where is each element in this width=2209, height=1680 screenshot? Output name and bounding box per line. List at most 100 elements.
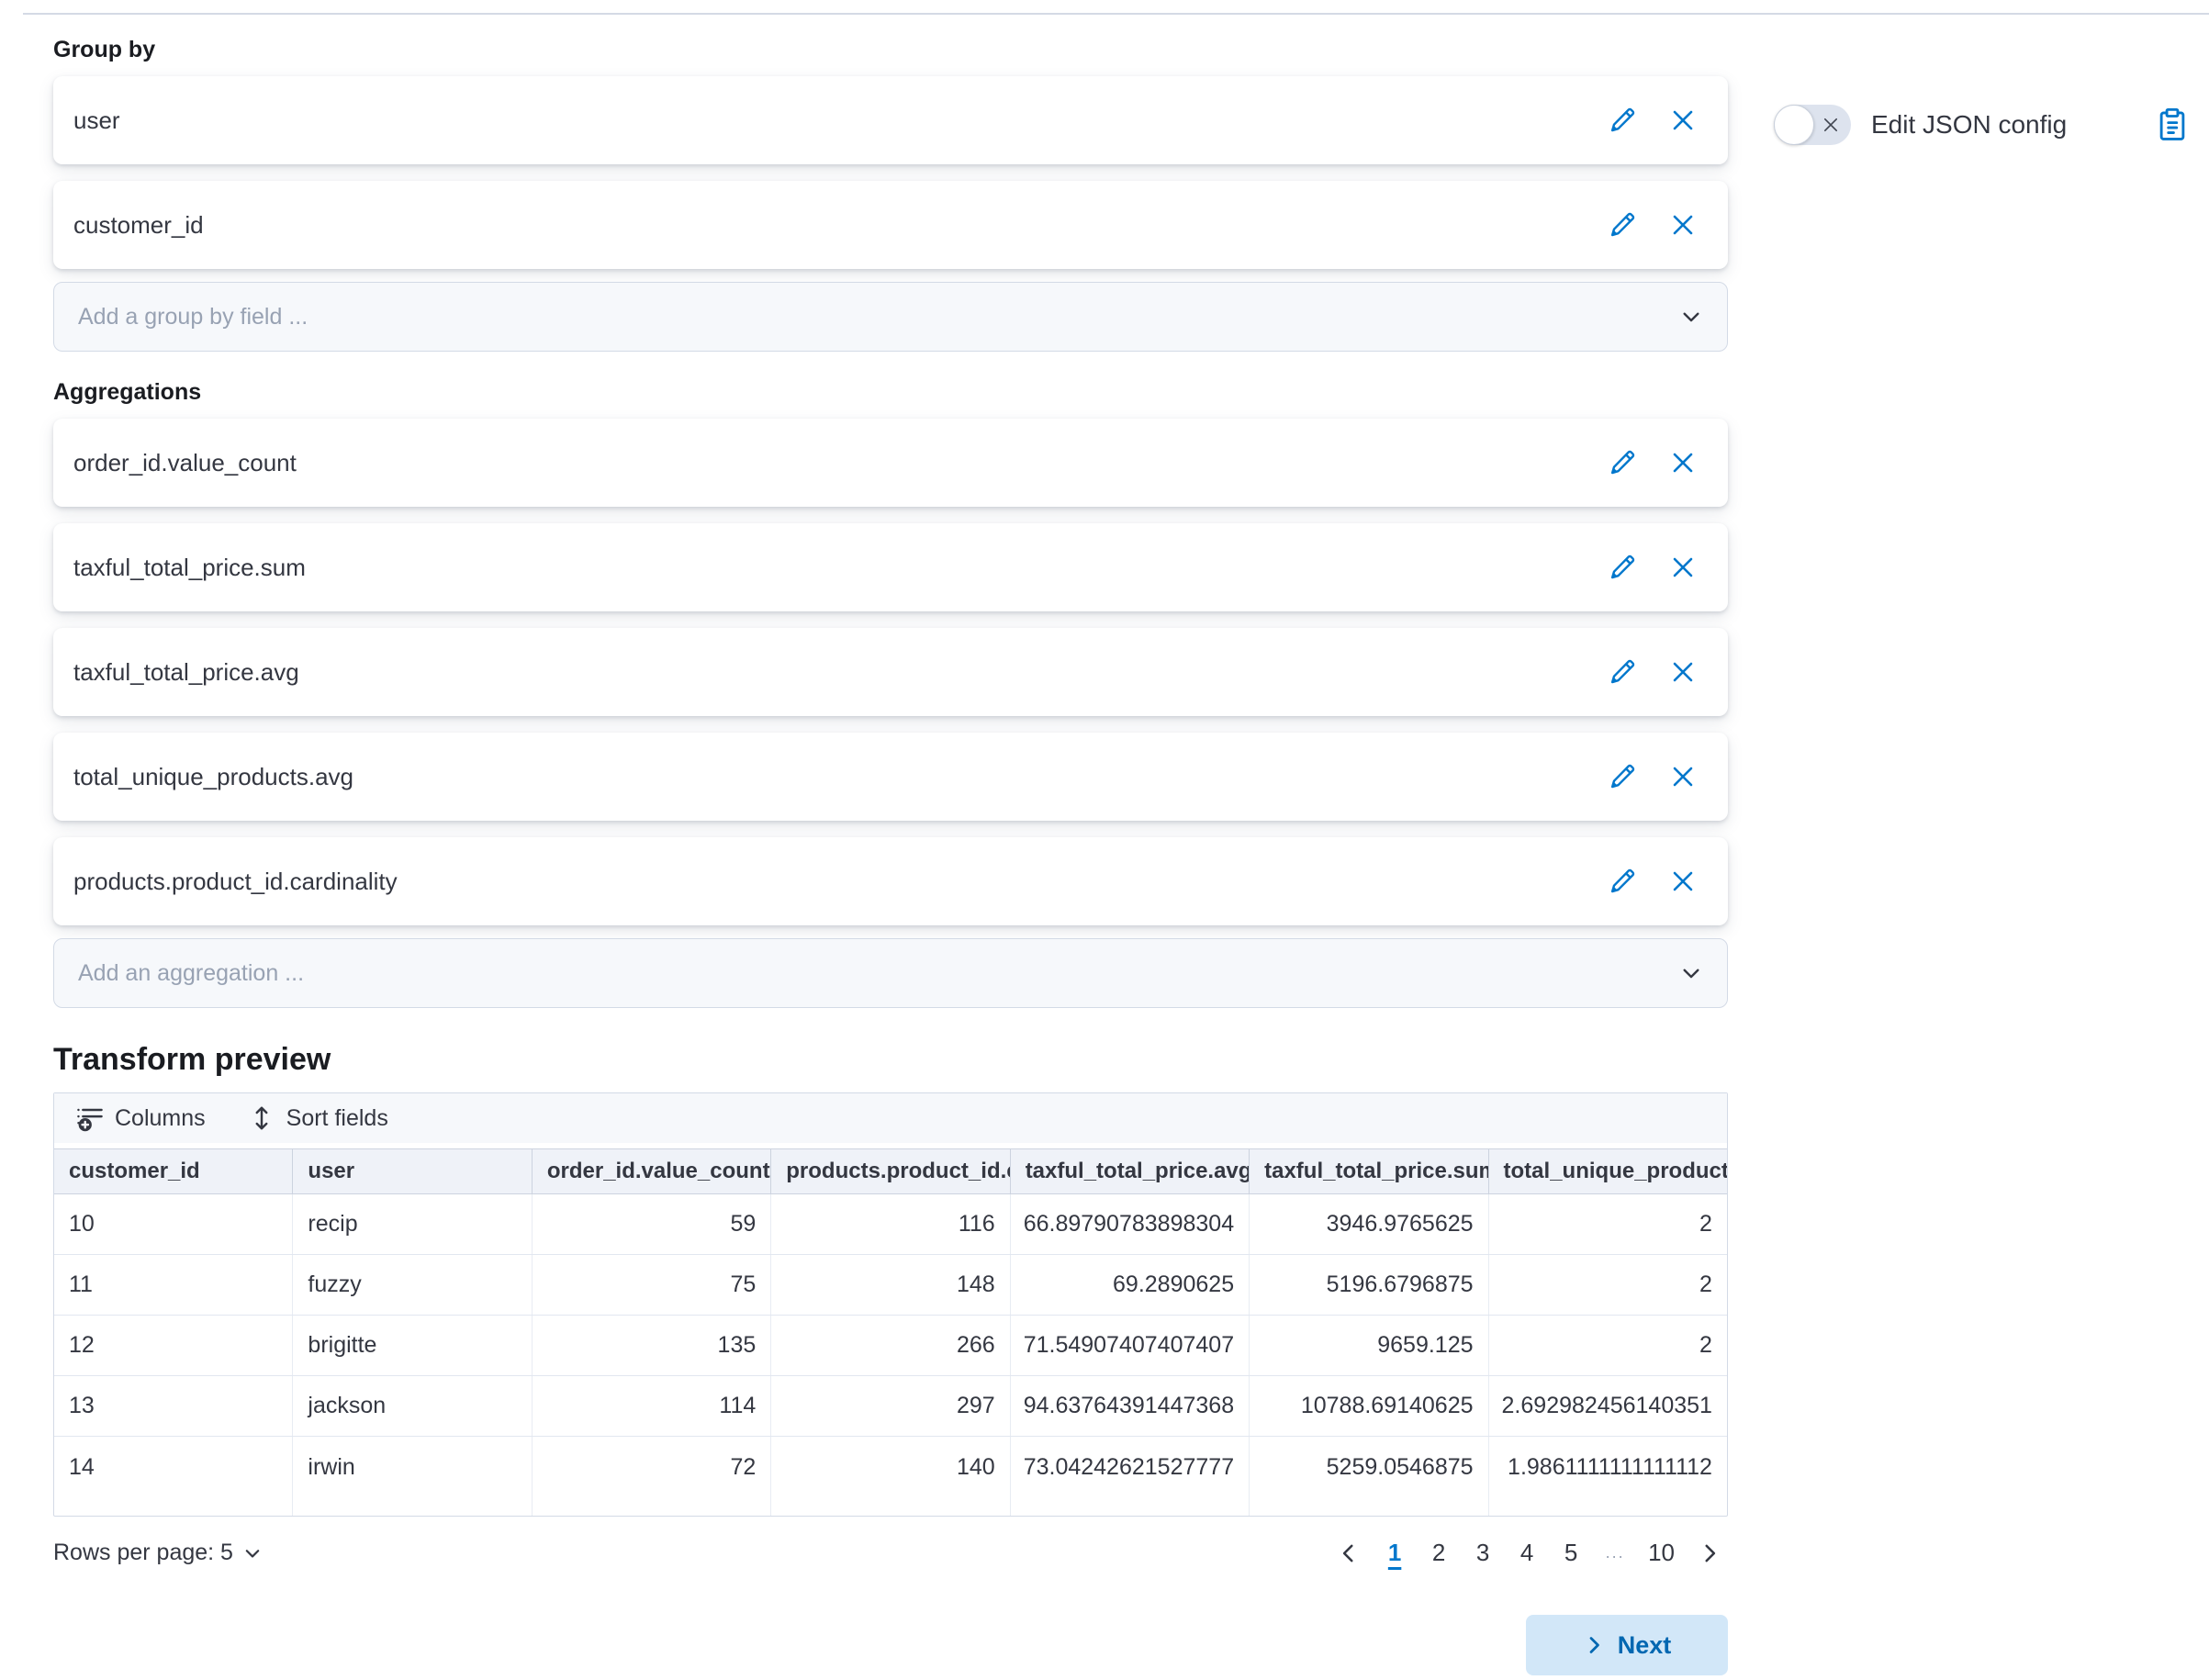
cell-customer-id: 14 xyxy=(54,1437,293,1497)
field-label: customer_id xyxy=(73,211,1609,240)
table-row: 10 recip 59 116 66.89790783898304 3946.9… xyxy=(54,1194,1727,1255)
column-header[interactable]: total_unique_products.a... xyxy=(1489,1149,1727,1193)
cell-price-sum: 3946.9765625 xyxy=(1250,1194,1488,1254)
cell-customer-id: 13 xyxy=(54,1376,293,1436)
field-card: taxful_total_price.sum xyxy=(53,523,1728,611)
cell-product-cardinality: 297 xyxy=(771,1376,1010,1436)
columns-icon xyxy=(76,1104,104,1132)
group-by-list: user customer_id xyxy=(53,76,1728,269)
remove-x-icon[interactable] xyxy=(1669,763,1697,790)
cell-price-avg: 69.2890625 xyxy=(1011,1255,1250,1315)
cell-unique-products-avg: 2 xyxy=(1489,1316,1727,1375)
rows-per-page-label: Rows per page: 5 xyxy=(53,1540,233,1566)
add-aggregation-placeholder: Add an aggregation ... xyxy=(78,960,1679,987)
cell-user: recip xyxy=(293,1194,532,1254)
remove-x-icon[interactable] xyxy=(1669,449,1697,476)
pagination-page[interactable]: 5 xyxy=(1554,1533,1587,1573)
next-button[interactable]: Next xyxy=(1526,1615,1728,1675)
columns-button[interactable]: Columns xyxy=(76,1104,206,1132)
copy-to-clipboard-icon[interactable] xyxy=(2155,107,2190,142)
cell-product-cardinality: 116 xyxy=(771,1194,1010,1254)
cell-price-sum: 5196.6796875 xyxy=(1250,1255,1488,1315)
grid-body: 10 recip 59 116 66.89790783898304 3946.9… xyxy=(54,1194,1727,1497)
edit-json-config-label: Edit JSON config xyxy=(1871,110,2067,140)
group-by-label: Group by xyxy=(53,37,1728,63)
column-header[interactable]: products.product_id.car... xyxy=(771,1149,1010,1193)
field-label: taxful_total_price.avg xyxy=(73,658,1609,687)
pagination-page[interactable]: 10 xyxy=(1643,1533,1680,1573)
wizard-actions: Next xyxy=(53,1615,1728,1675)
edit-pencil-icon[interactable] xyxy=(1609,658,1636,686)
edit-pencil-icon[interactable] xyxy=(1609,868,1636,895)
table-row: 14 irwin 72 140 73.04242621527777 5259.0… xyxy=(54,1437,1727,1497)
field-card: user xyxy=(53,76,1728,164)
field-label: taxful_total_price.sum xyxy=(73,554,1609,582)
cell-order-count: 72 xyxy=(533,1437,771,1497)
side-column: Edit JSON config xyxy=(1774,37,2190,1675)
pagination-page[interactable]: 2 xyxy=(1422,1533,1455,1573)
cell-user: brigitte xyxy=(293,1316,532,1375)
remove-x-icon[interactable] xyxy=(1669,868,1697,895)
cell-price-avg: 66.89790783898304 xyxy=(1011,1194,1250,1254)
table-row: 12 brigitte 135 266 71.54907407407407 96… xyxy=(54,1316,1727,1376)
cell-order-count: 75 xyxy=(533,1255,771,1315)
next-button-label: Next xyxy=(1618,1631,1672,1660)
add-aggregation-select[interactable]: Add an aggregation ... xyxy=(53,938,1728,1008)
cell-user: jackson xyxy=(293,1376,532,1436)
edit-pencil-icon[interactable] xyxy=(1609,763,1636,790)
previous-page-chevron-icon[interactable] xyxy=(1330,1535,1367,1572)
field-label: order_id.value_count xyxy=(73,449,1609,477)
column-header[interactable]: customer_id xyxy=(54,1149,293,1193)
sort-icon xyxy=(248,1104,275,1132)
edit-json-toggle[interactable] xyxy=(1774,105,1851,145)
toggle-off-x-icon xyxy=(1821,115,1841,135)
pagination-page[interactable]: 1 xyxy=(1378,1533,1411,1573)
config-column: Group by user customer_id xyxy=(53,37,1728,1675)
table-row: 11 fuzzy 75 148 69.2890625 5196.6796875 … xyxy=(54,1255,1727,1316)
pagination-page[interactable]: 3 xyxy=(1466,1533,1499,1573)
grid-header-row: customer_id user order_id.value_count pr… xyxy=(54,1148,1727,1194)
cell-order-count: 135 xyxy=(533,1316,771,1375)
cell-customer-id: 12 xyxy=(54,1316,293,1375)
field-label: total_unique_products.avg xyxy=(73,763,1609,791)
cell-product-cardinality: 148 xyxy=(771,1255,1010,1315)
remove-x-icon[interactable] xyxy=(1669,554,1697,581)
sort-fields-button[interactable]: Sort fields xyxy=(248,1104,388,1132)
grid-toolbar: Columns Sort fields xyxy=(54,1093,1727,1143)
next-page-chevron-icon[interactable] xyxy=(1691,1535,1728,1572)
remove-x-icon[interactable] xyxy=(1669,211,1697,239)
cell-price-sum: 9659.125 xyxy=(1250,1316,1488,1375)
chevron-down-icon xyxy=(1679,305,1703,329)
sort-fields-button-label: Sort fields xyxy=(286,1105,388,1132)
table-row: 13 jackson 114 297 94.63764391447368 107… xyxy=(54,1376,1727,1437)
edit-pencil-icon[interactable] xyxy=(1609,449,1636,476)
cell-product-cardinality: 140 xyxy=(771,1437,1010,1497)
cell-price-avg: 73.04242621527777 xyxy=(1011,1437,1250,1497)
edit-json-config-row: Edit JSON config xyxy=(1774,105,2190,145)
column-header[interactable]: taxful_total_price.avg xyxy=(1011,1149,1250,1193)
columns-button-label: Columns xyxy=(115,1105,206,1132)
cell-unique-products-avg: 2 xyxy=(1489,1255,1727,1315)
edit-pencil-icon[interactable] xyxy=(1609,554,1636,581)
cell-customer-id: 10 xyxy=(54,1194,293,1254)
cell-product-cardinality: 266 xyxy=(771,1316,1010,1375)
cell-customer-id: 11 xyxy=(54,1255,293,1315)
cell-price-sum: 5259.0546875 xyxy=(1250,1437,1488,1497)
add-group-by-placeholder: Add a group by field ... xyxy=(78,304,1679,330)
column-header[interactable]: user xyxy=(293,1149,532,1193)
remove-x-icon[interactable] xyxy=(1669,106,1697,134)
chevron-right-icon xyxy=(1583,1634,1605,1656)
column-header[interactable]: order_id.value_count xyxy=(533,1149,771,1193)
cell-unique-products-avg: 2.692982456140351 xyxy=(1489,1376,1727,1436)
remove-x-icon[interactable] xyxy=(1669,658,1697,686)
add-group-by-select[interactable]: Add a group by field ... xyxy=(53,282,1728,352)
section-divider xyxy=(23,13,2209,15)
edit-pencil-icon[interactable] xyxy=(1609,211,1636,239)
edit-pencil-icon[interactable] xyxy=(1609,106,1636,134)
rows-per-page-button[interactable]: Rows per page: 5 xyxy=(53,1540,263,1566)
transform-preview-title: Transform preview xyxy=(53,1041,1728,1078)
pagination-page[interactable]: 4 xyxy=(1510,1533,1543,1573)
chevron-down-icon xyxy=(1679,961,1703,985)
column-header[interactable]: taxful_total_price.sum xyxy=(1250,1149,1488,1193)
grid-bottom-spacer xyxy=(54,1497,1727,1516)
